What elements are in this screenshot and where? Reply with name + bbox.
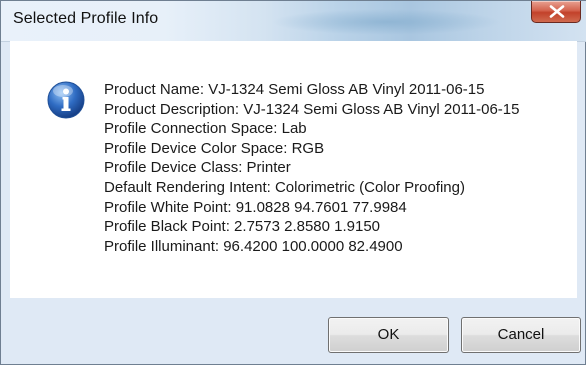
device-class-line: Profile Device Class: Printer bbox=[104, 159, 291, 177]
cancel-button[interactable]: Cancel bbox=[461, 317, 581, 353]
title-bar-glow bbox=[271, 9, 501, 35]
rendering-intent-line: Default Rendering Intent: Colorimetric (… bbox=[104, 178, 465, 196]
close-icon bbox=[549, 5, 565, 18]
white-point-line: Profile White Point: 91.0828 94.7601 77.… bbox=[104, 198, 407, 216]
close-button[interactable] bbox=[531, 1, 581, 23]
window-title: Selected Profile Info bbox=[13, 10, 159, 27]
product-name-line: Product Name: VJ-1324 Semi Gloss AB Viny… bbox=[104, 81, 485, 98]
connection-space-line: Profile Connection Space: Lab bbox=[104, 120, 307, 138]
device-color-space-line: Profile Device Color Space: RGB bbox=[104, 139, 325, 157]
product-description-line: Product Description: VJ-1324 Semi Gloss … bbox=[104, 100, 520, 118]
profile-info-dialog: Selected Profile Info Product Name: VJ-1… bbox=[0, 0, 586, 365]
illuminant-line: Profile Illuminant: 96.4200 100.0000 82.… bbox=[104, 237, 403, 255]
profile-info-text: Product Name: VJ-1324 Semi Gloss AB Viny… bbox=[104, 80, 520, 256]
ok-button[interactable]: OK bbox=[328, 317, 449, 353]
info-icon bbox=[47, 81, 85, 119]
black-point-line: Profile Black Point: 2.7573 2.8580 1.915… bbox=[104, 218, 381, 236]
title-bar[interactable]: Selected Profile Info bbox=[1, 1, 586, 42]
